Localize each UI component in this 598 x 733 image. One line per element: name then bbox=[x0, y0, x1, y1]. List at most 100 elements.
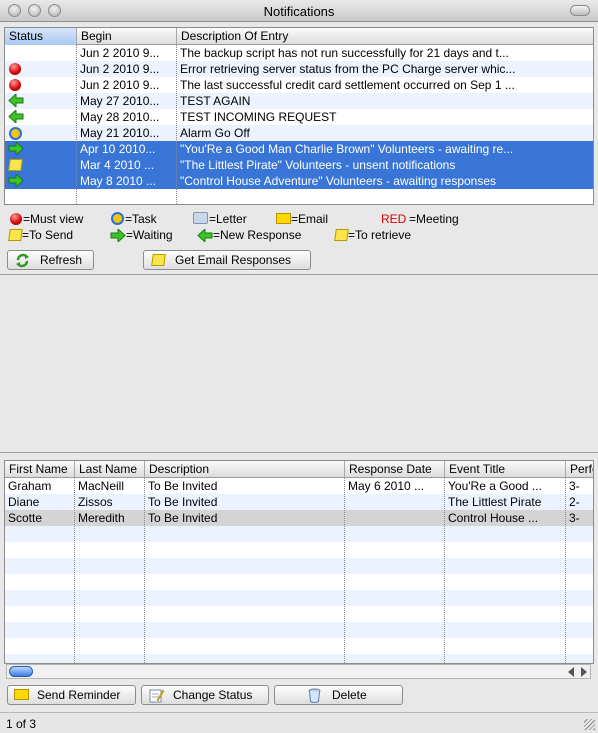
begin-cell: Jun 2 2010 9... bbox=[80, 78, 160, 92]
record-counter: 1 of 3 bbox=[6, 717, 37, 731]
notification-row[interactable]: May 8 2010 ... "Control House Adventure" … bbox=[5, 173, 593, 189]
notification-row[interactable]: Apr 10 2010... "You'Re a Good Man Charlie… bbox=[5, 141, 593, 157]
scroll-right-arrow-icon[interactable] bbox=[581, 667, 587, 677]
toolbar-toggle-button[interactable] bbox=[570, 5, 590, 16]
scrollbar-thumb[interactable] bbox=[9, 666, 33, 677]
scroll-left-arrow-icon[interactable] bbox=[568, 667, 574, 677]
task-clock-icon bbox=[111, 212, 124, 225]
column-header-response-date[interactable]: Response Date bbox=[345, 461, 445, 478]
column-header-last-name[interactable]: Last Name bbox=[75, 461, 145, 478]
response-date-cell: May 6 2010 ... bbox=[348, 479, 425, 493]
description-cell: The last successful credit card settleme… bbox=[180, 78, 515, 92]
green-left-arrow-icon bbox=[8, 110, 24, 123]
column-header-performance[interactable]: Perfo bbox=[566, 461, 593, 478]
begin-cell: May 27 2010... bbox=[80, 94, 160, 108]
performance-cell: 3- bbox=[569, 479, 580, 493]
change-status-button[interactable]: Change Status bbox=[141, 685, 269, 705]
status-cell bbox=[5, 141, 77, 157]
email-note-icon bbox=[151, 254, 166, 266]
status-cell bbox=[5, 109, 77, 125]
empty-row bbox=[5, 558, 593, 574]
send-reminder-button[interactable]: Send Reminder bbox=[7, 685, 136, 705]
legend-to-send: =To Send bbox=[22, 228, 74, 242]
first-name-cell: Graham bbox=[8, 479, 52, 493]
volunteer-row[interactable]: Graham MacNeill To Be Invited May 6 2010 ..… bbox=[5, 478, 593, 494]
legend-new-response: =New Response bbox=[213, 228, 302, 242]
green-left-arrow-icon bbox=[8, 94, 24, 107]
event-title-cell: You'Re a Good ... bbox=[448, 479, 542, 493]
column-header-description[interactable]: Description Of Entry bbox=[177, 28, 593, 45]
description-cell: To Be Invited bbox=[148, 511, 218, 525]
performance-cell: 3- bbox=[569, 511, 580, 525]
status-cell bbox=[5, 125, 77, 141]
yellow-note-icon bbox=[8, 159, 23, 171]
waiting-right-arrow-icon bbox=[110, 229, 126, 242]
envelope-icon bbox=[14, 689, 29, 700]
resize-grip[interactable] bbox=[584, 719, 595, 730]
first-name-cell: Scotte bbox=[8, 511, 43, 525]
legend-letter: =Letter bbox=[209, 212, 247, 226]
red-circle-icon bbox=[9, 79, 21, 91]
split-pane-divider[interactable] bbox=[0, 452, 598, 453]
to-send-note-icon bbox=[8, 229, 23, 241]
volunteers-table[interactable]: First Name Last Name Description Respons… bbox=[4, 460, 594, 664]
column-header-status[interactable]: Status bbox=[5, 28, 77, 45]
volunteers-table-header: First Name Last Name Description Respons… bbox=[5, 461, 593, 478]
notifications-table-header: Status Begin Description Of Entry bbox=[5, 28, 593, 45]
description-cell: To Be Invited bbox=[148, 495, 218, 509]
notification-row[interactable]: May 21 2010... Alarm Go Off bbox=[5, 125, 593, 141]
notification-row[interactable]: Jun 2 2010 9... The last successful credi… bbox=[5, 77, 593, 93]
red-circle-icon bbox=[9, 63, 21, 75]
notification-row[interactable]: Jun 2 2010 9... Error retrieving server s… bbox=[5, 61, 593, 77]
to-retrieve-note-icon bbox=[334, 229, 349, 241]
empty-row bbox=[5, 526, 593, 542]
column-header-first-name[interactable]: First Name bbox=[5, 461, 75, 478]
notification-row[interactable]: Mar 4 2010 ... "The Littlest Pirate" Volu… bbox=[5, 157, 593, 173]
last-name-cell: Zissos bbox=[78, 495, 113, 509]
refresh-button[interactable]: Refresh bbox=[7, 250, 94, 270]
send-reminder-label: Send Reminder bbox=[37, 688, 121, 702]
description-cell: To Be Invited bbox=[148, 479, 218, 493]
begin-cell: Apr 10 2010... bbox=[80, 142, 156, 156]
volunteer-row[interactable]: Diane Zissos To Be Invited The Littlest Pir… bbox=[5, 494, 593, 510]
green-right-arrow-icon bbox=[8, 142, 24, 155]
column-header-description[interactable]: Description bbox=[145, 461, 345, 478]
volunteer-row[interactable]: Scotte Meredith To Be Invited Control House… bbox=[5, 510, 593, 526]
letter-icon bbox=[193, 212, 208, 224]
horizontal-scrollbar[interactable] bbox=[6, 664, 591, 679]
empty-row bbox=[5, 654, 593, 663]
description-cell: The backup script has not run successful… bbox=[180, 46, 509, 60]
description-cell: Error retrieving server status from the … bbox=[180, 62, 516, 76]
status-cell bbox=[5, 61, 77, 77]
response-date-cell bbox=[345, 494, 445, 510]
column-header-event-title[interactable]: Event Title bbox=[445, 461, 566, 478]
delete-button[interactable]: Delete bbox=[274, 685, 403, 705]
legend-to-retrieve: =To retrieve bbox=[348, 228, 412, 242]
legend-red-word: RED bbox=[381, 212, 407, 226]
empty-row bbox=[5, 622, 593, 638]
get-email-responses-button[interactable]: Get Email Responses bbox=[143, 250, 311, 270]
begin-cell: May 28 2010... bbox=[80, 110, 160, 124]
empty-row bbox=[5, 638, 593, 654]
legend-meeting: =Meeting bbox=[409, 212, 459, 226]
refresh-icon bbox=[16, 253, 29, 268]
notification-row[interactable]: May 28 2010... TEST INCOMING REQUEST bbox=[5, 109, 593, 125]
status-cell bbox=[5, 45, 77, 61]
notification-row[interactable]: May 27 2010... TEST AGAIN bbox=[5, 93, 593, 109]
first-name-cell: Diane bbox=[8, 495, 40, 509]
begin-cell: May 21 2010... bbox=[80, 126, 160, 140]
edit-document-icon bbox=[149, 689, 164, 703]
notifications-table[interactable]: Status Begin Description Of Entry Jun 2 … bbox=[4, 27, 594, 205]
top-panel-divider bbox=[0, 274, 598, 275]
response-date-cell bbox=[345, 510, 445, 526]
empty-row bbox=[5, 574, 593, 590]
title-bar: Notifications bbox=[0, 0, 598, 22]
event-title-cell: The Littlest Pirate bbox=[448, 495, 542, 509]
description-cell: TEST INCOMING REQUEST bbox=[180, 110, 337, 124]
column-header-begin[interactable]: Begin bbox=[77, 28, 177, 45]
empty-row bbox=[5, 542, 593, 558]
status-cell bbox=[5, 157, 77, 173]
get-email-responses-label: Get Email Responses bbox=[175, 253, 292, 267]
legend-must-view: =Must view bbox=[23, 212, 84, 226]
notification-row[interactable]: Jun 2 2010 9... The backup script has not… bbox=[5, 45, 593, 61]
